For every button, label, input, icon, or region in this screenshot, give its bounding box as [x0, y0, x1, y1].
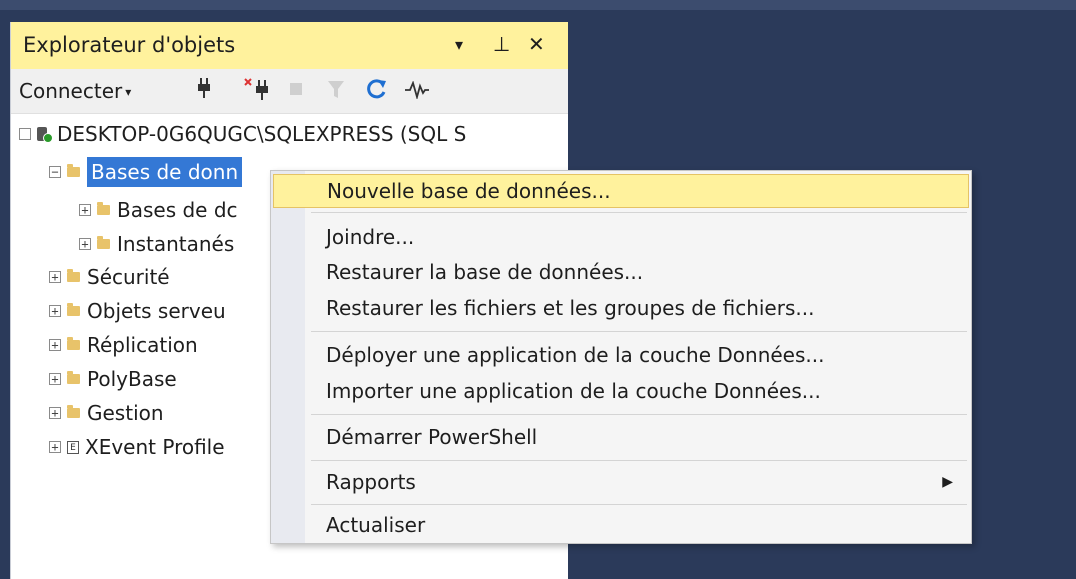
tree-node-label: DESKTOP-0G6QUGC\SQLEXPRESS (SQL S: [57, 122, 467, 146]
menu-item-attach[interactable]: Joindre...: [273, 220, 969, 254]
disconnect-icon[interactable]: [244, 77, 270, 101]
tree-node-label: PolyBase: [87, 367, 177, 391]
expand-icon[interactable]: +: [79, 204, 91, 216]
folder-icon: [67, 371, 80, 384]
folder-icon: [97, 236, 110, 249]
menu-item-restore-files[interactable]: Restaurer les fichiers et les groupes de…: [273, 291, 969, 325]
menu-separator: [311, 331, 967, 332]
folder-icon: [67, 269, 80, 282]
menu-item-label: Rapports: [326, 470, 416, 494]
tree-node-label-selected: Bases de donn: [87, 157, 243, 187]
menu-item-new-database[interactable]: Nouvelle base de données...: [273, 174, 969, 208]
folder-icon: [67, 303, 80, 316]
dropdown-caret-icon[interactable]: ▾: [455, 35, 463, 54]
menu-item-refresh[interactable]: Actualiser: [273, 508, 969, 542]
tree-node-xevent-profiler[interactable]: + E XEvent Profile: [49, 431, 225, 463]
tree-node-server[interactable]: ⊟ DESKTOP-0G6QUGC\SQLEXPRESS (SQL S: [19, 118, 466, 150]
tree-node-management[interactable]: + Gestion: [49, 397, 164, 429]
menu-item-restore-database[interactable]: Restaurer la base de données...: [273, 255, 969, 289]
menu-item-reports[interactable]: Rapports ▶: [273, 465, 969, 499]
menu-separator: [311, 504, 967, 505]
filter-icon: [328, 81, 344, 98]
tree-node-label: Sécurité: [87, 265, 170, 289]
chevron-down-icon: ▾: [125, 85, 132, 99]
tree-node-replication[interactable]: + Réplication: [49, 329, 198, 361]
tree-node-databases[interactable]: − Bases de donn: [49, 156, 243, 188]
collapse-icon[interactable]: −: [49, 166, 61, 178]
expand-icon[interactable]: +: [49, 407, 61, 419]
expand-icon[interactable]: +: [49, 441, 61, 453]
stop-icon: [290, 83, 302, 95]
tree-node-snapshots[interactable]: + Instantanés: [79, 228, 234, 260]
expand-icon[interactable]: +: [49, 305, 61, 317]
folder-icon: [67, 405, 80, 418]
tree-node-label: Réplication: [87, 333, 198, 357]
folder-icon: [67, 337, 80, 350]
explorer-toolbar: Connecter ▾: [11, 69, 568, 114]
submenu-arrow-icon: ▶: [942, 474, 953, 490]
refresh-icon[interactable]: [366, 78, 388, 100]
activity-monitor-icon[interactable]: [404, 81, 430, 99]
menu-item-start-powershell[interactable]: Démarrer PowerShell: [273, 420, 969, 454]
menu-separator: [311, 414, 967, 415]
connect-label: Connecter: [19, 79, 123, 103]
close-icon[interactable]: ✕: [528, 32, 545, 56]
tree-node-label: Gestion: [87, 401, 164, 425]
pin-icon[interactable]: ⊥: [493, 32, 510, 56]
folder-icon: [67, 164, 80, 177]
tree-node-server-objects[interactable]: + Objets serveu: [49, 295, 226, 327]
server-icon: [37, 127, 53, 143]
context-menu: Nouvelle base de données... Joindre... R…: [270, 170, 972, 544]
tree-node-polybase[interactable]: + PolyBase: [49, 363, 177, 395]
expand-icon[interactable]: +: [49, 373, 61, 385]
folder-icon: [97, 202, 110, 215]
connect-plug-icon[interactable]: [196, 77, 212, 99]
tree-node-system-databases[interactable]: + Bases de dc: [79, 194, 238, 226]
expand-icon[interactable]: +: [49, 271, 61, 283]
expand-icon[interactable]: +: [49, 339, 61, 351]
collapse-icon[interactable]: ⊟: [19, 128, 31, 140]
xevent-icon: E: [67, 440, 79, 454]
top-strip: [0, 0, 1076, 10]
tree-node-label: Instantanés: [117, 232, 235, 256]
tree-node-label: XEvent Profile: [85, 435, 225, 459]
menu-separator: [311, 212, 967, 213]
tree-node-security[interactable]: + Sécurité: [49, 261, 170, 293]
panel-titlebar: Explorateur d'objets ▾ ⊥ ✕: [11, 22, 568, 69]
expand-icon[interactable]: +: [79, 238, 91, 250]
menu-item-deploy-data-tier[interactable]: Déployer une application de la couche Do…: [273, 338, 969, 372]
connect-button[interactable]: Connecter ▾: [19, 79, 131, 103]
tree-node-label: Objets serveu: [87, 299, 226, 323]
menu-separator: [311, 460, 967, 461]
menu-item-import-data-tier[interactable]: Importer une application de la couche Do…: [273, 374, 969, 408]
panel-title: Explorateur d'objets: [23, 33, 236, 57]
tree-node-label: Bases de dc: [117, 198, 238, 222]
